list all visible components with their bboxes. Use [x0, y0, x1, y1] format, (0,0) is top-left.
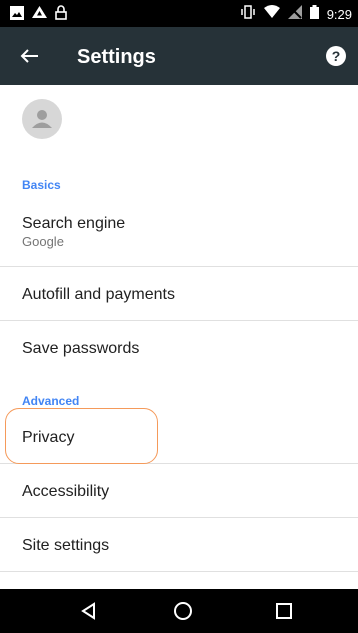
person-icon: [32, 110, 52, 128]
no-signal-icon: [287, 5, 302, 24]
navigation-bar: [0, 589, 358, 633]
recents-square-icon: [276, 603, 292, 619]
status-right-icons: 9:29: [240, 5, 352, 24]
svg-text:?: ?: [332, 48, 341, 64]
site-settings-label: Site settings: [22, 537, 110, 554]
vibrate-icon: [240, 5, 256, 24]
save-passwords-label: Save passwords: [22, 340, 140, 357]
privacy-highlight: [5, 408, 158, 464]
lock-icon: [55, 5, 67, 25]
image-icon: [10, 5, 24, 25]
help-icon: ?: [326, 46, 346, 66]
drive-icon: [32, 5, 47, 25]
site-settings-item[interactable]: Site settings: [0, 518, 358, 572]
back-triangle-icon: [81, 602, 95, 620]
save-passwords-item[interactable]: Save passwords: [0, 321, 358, 375]
search-engine-label: Search engine: [22, 215, 126, 232]
section-header-basics: Basics: [22, 178, 61, 192]
wifi-icon: [263, 5, 280, 24]
status-left-icons: [10, 5, 67, 25]
arrow-left-icon: [20, 49, 38, 63]
battery-icon: [309, 5, 319, 24]
nav-recents-button[interactable]: [272, 599, 296, 623]
search-engine-item[interactable]: Search engine Google: [0, 196, 358, 267]
accessibility-label: Accessibility: [22, 483, 110, 500]
status-time: 9:29: [326, 6, 352, 22]
avatar[interactable]: [22, 99, 62, 139]
autofill-payments-label: Autofill and payments: [22, 286, 175, 303]
section-header-advanced: Advanced: [22, 394, 80, 408]
help-button[interactable]: ?: [326, 46, 346, 66]
nav-home-button[interactable]: [171, 599, 195, 623]
nav-back-button[interactable]: [77, 599, 101, 623]
status-bar: 9:29: [0, 0, 358, 27]
home-circle-icon: [174, 602, 192, 620]
autofill-payments-item[interactable]: Autofill and payments: [0, 267, 358, 321]
app-bar: Settings ?: [0, 27, 358, 85]
search-engine-value: Google: [22, 234, 64, 249]
page-title: Settings: [77, 46, 156, 68]
back-button[interactable]: [18, 44, 42, 68]
accessibility-item[interactable]: Accessibility: [0, 464, 358, 518]
